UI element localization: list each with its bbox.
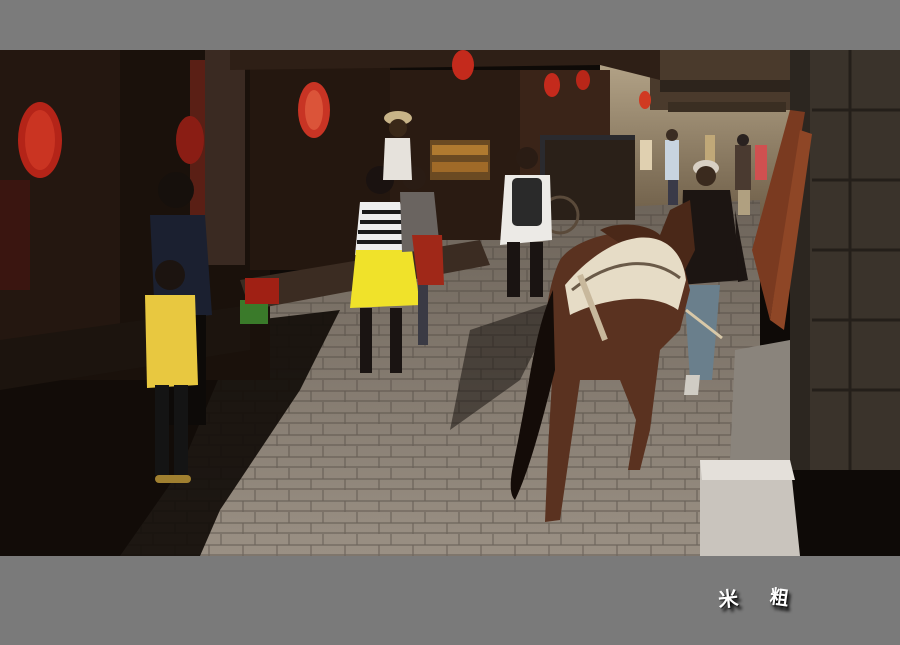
signature-char-2: 粗: [768, 585, 791, 611]
artist-signature: 米 粗: [714, 583, 814, 619]
frame-top-border: [0, 0, 900, 50]
man-in-doorway: [383, 111, 412, 180]
photograph: [0, 50, 900, 556]
cart: [545, 140, 635, 220]
signature-char-1: 米: [716, 586, 740, 612]
